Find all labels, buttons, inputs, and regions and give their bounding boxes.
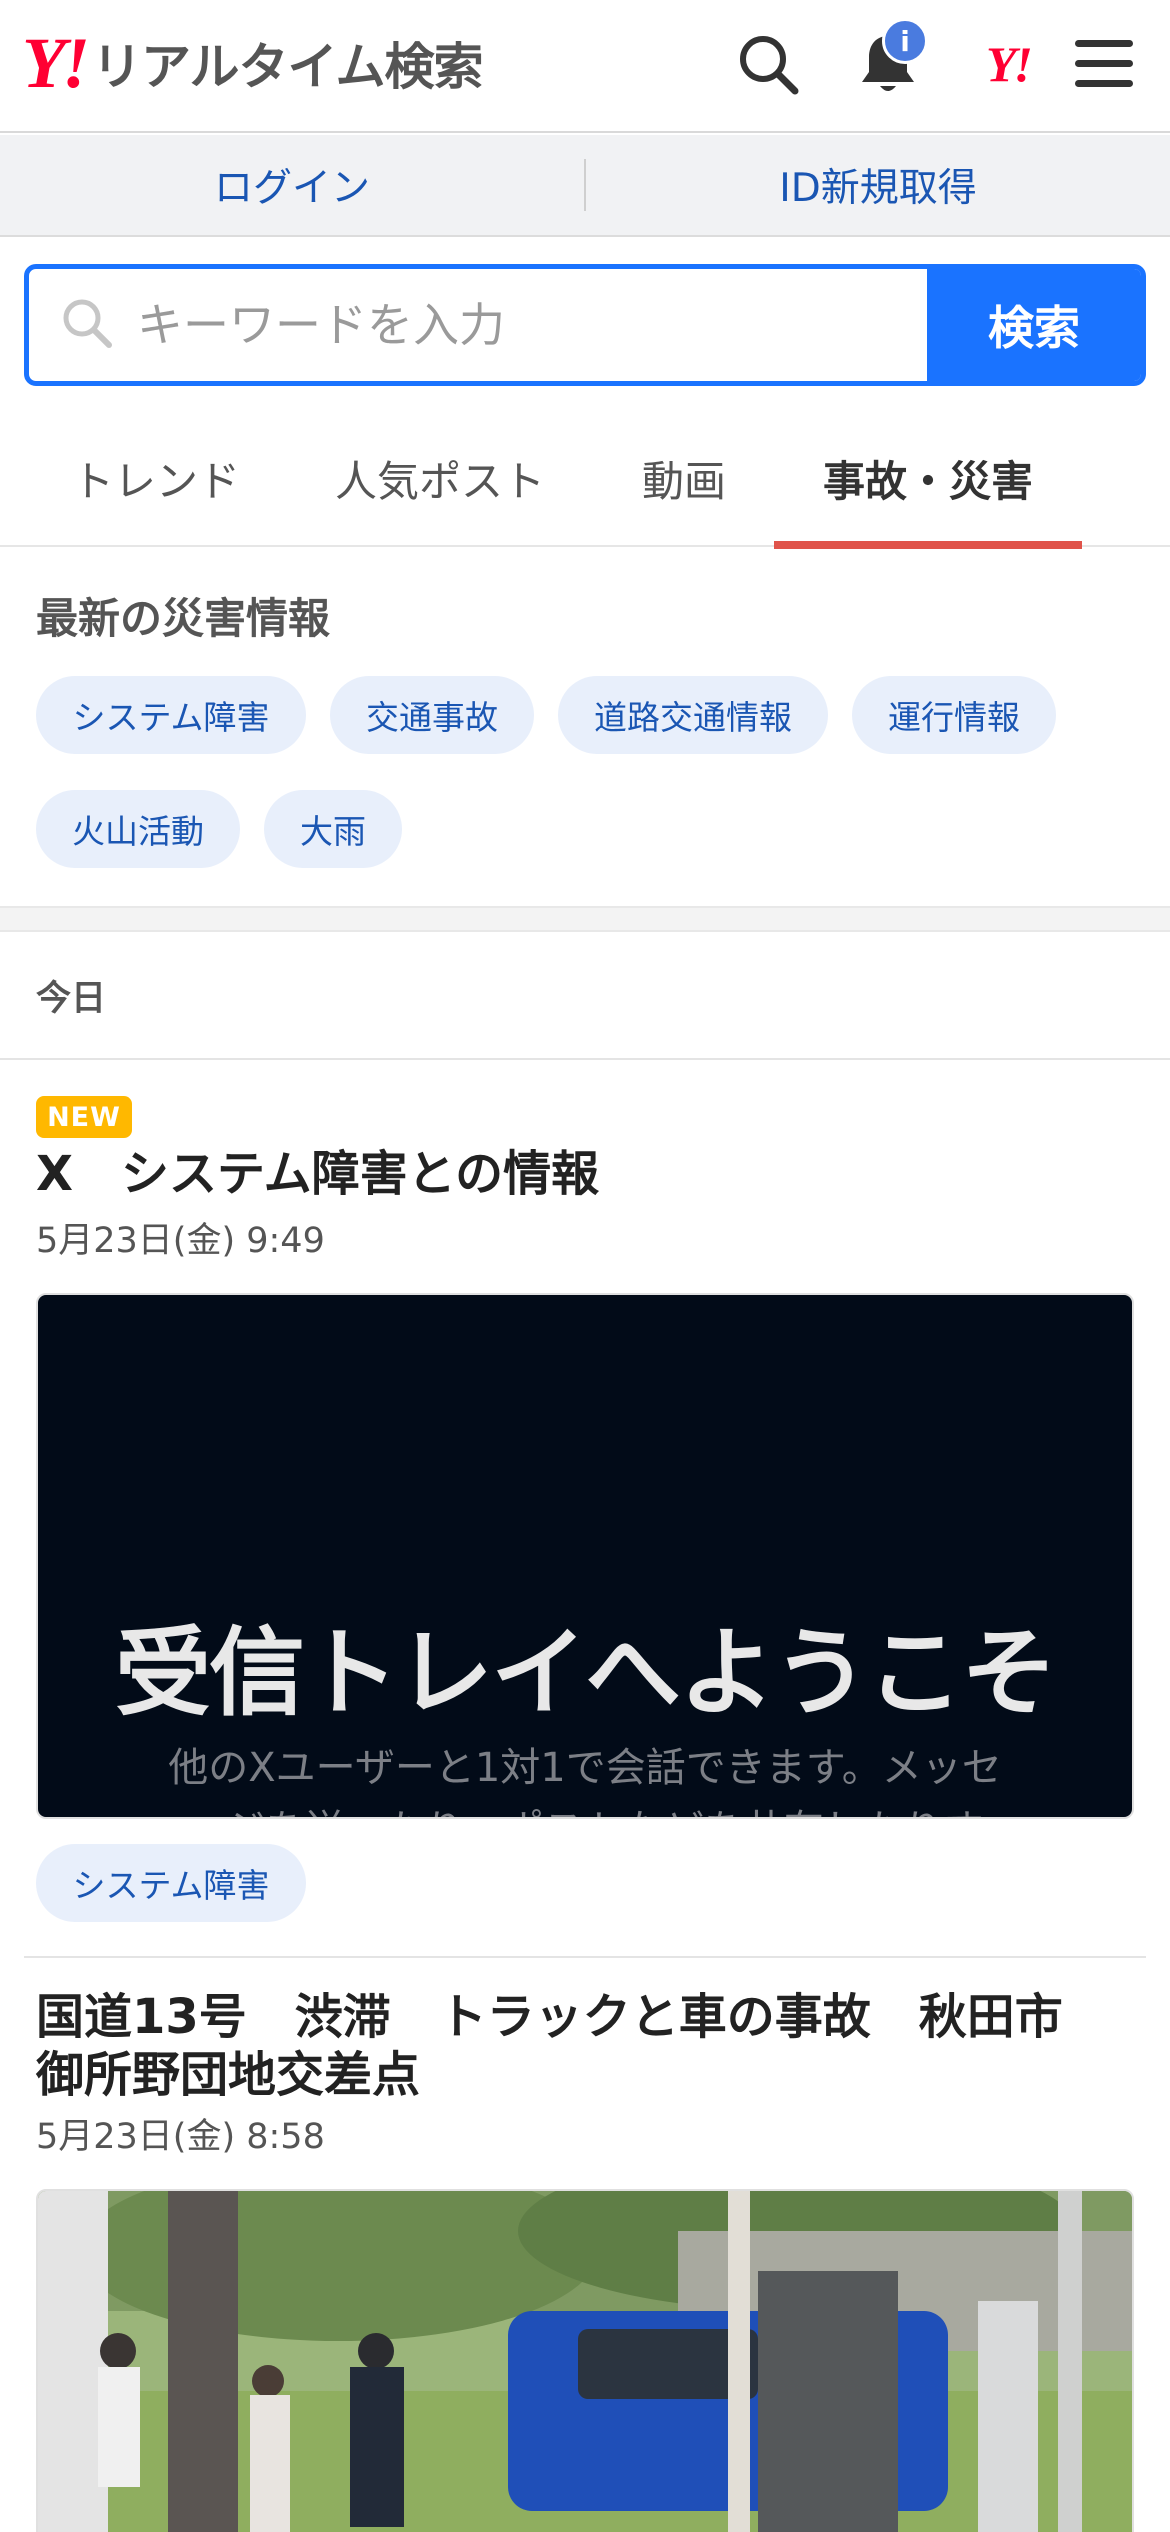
new-badge: NEW xyxy=(36,1096,132,1138)
search-icon[interactable] xyxy=(730,26,806,102)
menu-icon[interactable] xyxy=(1066,26,1142,102)
notification-bell-icon[interactable]: i xyxy=(850,18,928,102)
chip-service-status[interactable]: 運行情報 xyxy=(852,676,1056,754)
account-bar: ログイン ID新規取得 xyxy=(0,135,1170,237)
article-title[interactable]: X システム障害との情報 xyxy=(36,1145,599,1203)
active-tab-indicator xyxy=(774,541,1082,549)
article-tag[interactable]: システム障害 xyxy=(36,1844,306,1922)
image-subtext-line: 他のXユーザーと1対1で会話できます。メッセ xyxy=(168,1745,1002,1791)
logo-text: リアルタイム検索 xyxy=(92,38,483,96)
article-photo[interactable] xyxy=(36,2189,1134,2532)
feed-date-label: 今日 xyxy=(36,979,107,1019)
disaster-section-title: 最新の災害情報 xyxy=(36,594,331,643)
signup-link[interactable]: ID新規取得 xyxy=(586,157,1170,213)
tab-label: トレンド xyxy=(71,457,240,506)
notification-badge: i xyxy=(882,18,928,64)
search-field-icon xyxy=(59,295,115,355)
feed-divider xyxy=(0,1058,1170,1060)
chip-system-failure[interactable]: システム障害 xyxy=(36,676,306,754)
article-image[interactable]: 受信トレイへようこそ 他のXユーザーと1対1で会話できます。メッセ ージを送った… xyxy=(36,1293,1134,1819)
tab-label: 動画 xyxy=(641,457,726,506)
tab-popular-posts[interactable]: 人気ポスト xyxy=(310,410,570,547)
article-title[interactable]: 国道13号 渋滞 トラックと車の事故 秋田市 御所野団地交差点 xyxy=(36,1988,1063,2104)
search-box: 検索 xyxy=(24,264,1146,386)
section-divider xyxy=(0,906,1170,932)
search-input[interactable] xyxy=(137,298,857,352)
chip-traffic-accident[interactable]: 交通事故 xyxy=(330,676,534,754)
image-headline: 受信トレイへようこそ xyxy=(115,1617,1057,1729)
image-subtext-line: ージを送ったり、ポストなどを共有したりす xyxy=(38,1799,1132,1817)
site-logo[interactable]: Y! リアルタイム検索 xyxy=(22,23,483,103)
article-date: 5月23日(金) 9:49 xyxy=(36,1221,325,1261)
login-link[interactable]: ログイン xyxy=(0,157,584,213)
search-field[interactable] xyxy=(29,269,927,381)
tab-trend[interactable]: トレンド xyxy=(36,410,276,547)
yahoo-home-icon[interactable]: Y! xyxy=(968,26,1048,102)
tab-video[interactable]: 動画 xyxy=(600,410,768,547)
yahoo-logo-mark: Y! xyxy=(22,23,90,103)
tab-label: 人気ポスト xyxy=(334,457,545,506)
chip-road-traffic[interactable]: 道路交通情報 xyxy=(558,676,828,754)
image-subtext: 他のXユーザーと1対1で会話できます。メッセ ージを送ったり、ポストなどを共有し… xyxy=(38,1737,1132,1817)
chip-heavy-rain[interactable]: 大雨 xyxy=(264,790,402,868)
article-title-line: 国道13号 渋滞 トラックと車の事故 秋田市 xyxy=(36,1989,1063,2045)
accident-photo xyxy=(38,2191,1132,2532)
chip-volcano[interactable]: 火山活動 xyxy=(36,790,240,868)
tab-accident-disaster[interactable]: 事故・災害 xyxy=(774,410,1082,549)
search-button[interactable]: 検索 xyxy=(927,269,1141,381)
article-divider xyxy=(24,1956,1146,1958)
category-tabs: トレンド 人気ポスト 動画 事故・災害 xyxy=(0,410,1170,549)
app-header: Y! リアルタイム検索 i Y! xyxy=(0,0,1170,133)
article-date: 5月23日(金) 8:58 xyxy=(36,2117,325,2157)
yahoo-mark: Y! xyxy=(986,36,1033,92)
article-title-line: 御所野団地交差点 xyxy=(36,2047,421,2103)
tab-label: 事故・災害 xyxy=(822,457,1033,506)
